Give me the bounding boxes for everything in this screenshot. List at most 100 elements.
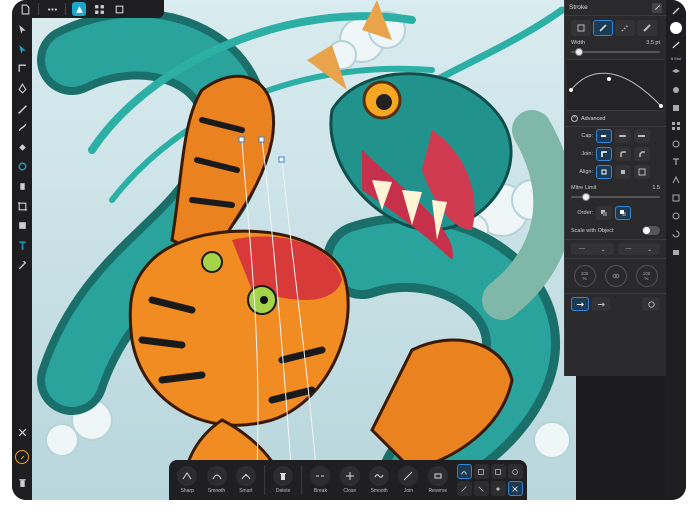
node-button-label: Reverse [428, 488, 448, 494]
document-icon[interactable] [18, 2, 32, 16]
square-cap-button[interactable] [634, 129, 650, 143]
subtract-icon[interactable] [490, 464, 506, 479]
history-icon[interactable] [669, 227, 683, 241]
swap-arrows-icon[interactable] [642, 297, 660, 311]
effects-icon[interactable] [669, 173, 683, 187]
appearance-icon[interactable] [669, 101, 683, 115]
more-icon[interactable] [45, 2, 59, 16]
close-icon[interactable] [14, 423, 30, 443]
pen-icon[interactable] [669, 4, 683, 18]
layers-icon[interactable] [669, 65, 683, 79]
align-center-button[interactable] [596, 165, 612, 179]
width-value[interactable]: 3.5 pt [646, 40, 660, 46]
arrow-extend-button[interactable] [571, 297, 589, 311]
width-slider-knob[interactable] [574, 48, 583, 56]
stroke-tab-icon[interactable] [669, 38, 683, 52]
smooth-curve-button[interactable]: Smooth [365, 466, 393, 494]
transform-icon[interactable] [669, 191, 683, 205]
mitre-value[interactable]: 1.5 [652, 185, 660, 191]
pixel-persona-icon[interactable] [92, 2, 106, 16]
rectangle-tool-icon[interactable] [14, 216, 30, 236]
transform-mode-icon[interactable] [456, 464, 472, 479]
start-scale-dial[interactable]: 100 % [573, 265, 596, 287]
designer-persona-icon[interactable] [72, 2, 86, 16]
snapping-icon[interactable] [15, 450, 29, 465]
arrow-inside-button[interactable] [592, 297, 610, 311]
move-tool-icon[interactable] [14, 20, 30, 40]
node-tool-icon[interactable] [14, 40, 30, 60]
color-picker-icon[interactable] [14, 255, 30, 275]
dash-line-style-button[interactable] [615, 20, 635, 36]
mitre-join-button[interactable] [596, 147, 612, 161]
swatches-icon[interactable] [669, 119, 683, 133]
end-scale-dial[interactable]: 100 % [635, 265, 658, 287]
delete-node-button[interactable]: Delete [269, 466, 297, 494]
align-outside-button[interactable] [634, 165, 650, 179]
scale-with-object-toggle[interactable] [642, 226, 660, 235]
vector-brush-icon[interactable] [14, 118, 30, 138]
round-cap-button[interactable] [615, 129, 631, 143]
advanced-label: Advanced [581, 115, 606, 122]
link-icon[interactable] [604, 265, 627, 287]
close-curve-icon [339, 466, 360, 486]
smooth-curve-icon [369, 466, 390, 486]
flip-icon[interactable] [490, 481, 506, 496]
join-curves-button[interactable]: Join [394, 466, 422, 494]
curve-node[interactable] [607, 77, 611, 81]
no-line-style-button[interactable] [571, 20, 591, 36]
crop-tool-icon[interactable] [14, 196, 30, 216]
advanced-section[interactable]: ^ Advanced [565, 111, 666, 127]
sharp-node-button[interactable]: Sharp [173, 466, 201, 494]
width-slider[interactable] [571, 48, 660, 56]
stroke-behind-button[interactable] [596, 206, 612, 220]
solid-line-style-button[interactable] [593, 20, 613, 36]
curve-node[interactable] [659, 104, 663, 108]
text-tool-icon[interactable] [14, 236, 30, 256]
break-curve-button[interactable]: Break [306, 466, 334, 494]
round-join-button[interactable] [615, 147, 631, 161]
pressure-curve[interactable] [567, 59, 664, 111]
text-styles-icon[interactable] [669, 155, 683, 169]
close-path-icon[interactable] [507, 481, 523, 496]
artwork-canvas[interactable] [32, 0, 576, 500]
styles-icon[interactable] [669, 137, 683, 151]
pencil-tool-icon[interactable] [14, 98, 30, 118]
stock-icon[interactable] [669, 245, 683, 259]
width-row: Width 3.5 pt [565, 40, 666, 46]
navigator-icon[interactable] [669, 209, 683, 223]
smart-node-button[interactable]: Smart [232, 466, 260, 494]
combine-icon[interactable] [473, 481, 489, 496]
add-icon[interactable] [473, 464, 489, 479]
mitre-label: Mitre Limit [571, 185, 597, 191]
mitre-slider[interactable] [571, 193, 660, 201]
trash-icon[interactable] [14, 472, 30, 492]
close-curve-button[interactable]: Close [336, 466, 364, 494]
export-persona-icon[interactable] [112, 2, 126, 16]
brushes-icon[interactable] [669, 83, 683, 97]
align-inside-button[interactable] [615, 165, 631, 179]
curve-node[interactable] [569, 88, 573, 92]
divide-icon[interactable] [456, 481, 472, 496]
texture-line-style-button[interactable] [637, 20, 657, 36]
smooth-node-button[interactable]: Smooth [202, 466, 230, 494]
pin-icon[interactable] [652, 2, 662, 13]
illustration [32, 0, 576, 500]
mitre-row: Mitre Limit 1.5 [565, 185, 666, 191]
scale-with-object-row: Scale with Object [565, 222, 666, 239]
intersect-icon[interactable] [507, 464, 523, 479]
mitre-slider-knob[interactable] [581, 193, 590, 201]
reverse-curve-button[interactable]: Reverse [424, 466, 452, 494]
end-scale-unit: % [644, 276, 649, 281]
transparency-tool-icon[interactable] [14, 157, 30, 177]
end-arrowhead-select[interactable]: — ⌄ [617, 243, 660, 255]
butt-cap-button[interactable] [596, 129, 612, 143]
start-arrowhead-select[interactable]: — ⌄ [571, 243, 614, 255]
corner-tool-icon[interactable] [14, 59, 30, 79]
bevel-join-button[interactable] [634, 147, 650, 161]
fill-tool-icon[interactable] [14, 138, 30, 158]
color-swatch-icon[interactable] [670, 22, 682, 34]
join-row: Join: [565, 145, 666, 163]
place-image-icon[interactable] [14, 177, 30, 197]
pen-tool-icon[interactable] [14, 79, 30, 99]
stroke-front-button[interactable] [615, 206, 631, 220]
